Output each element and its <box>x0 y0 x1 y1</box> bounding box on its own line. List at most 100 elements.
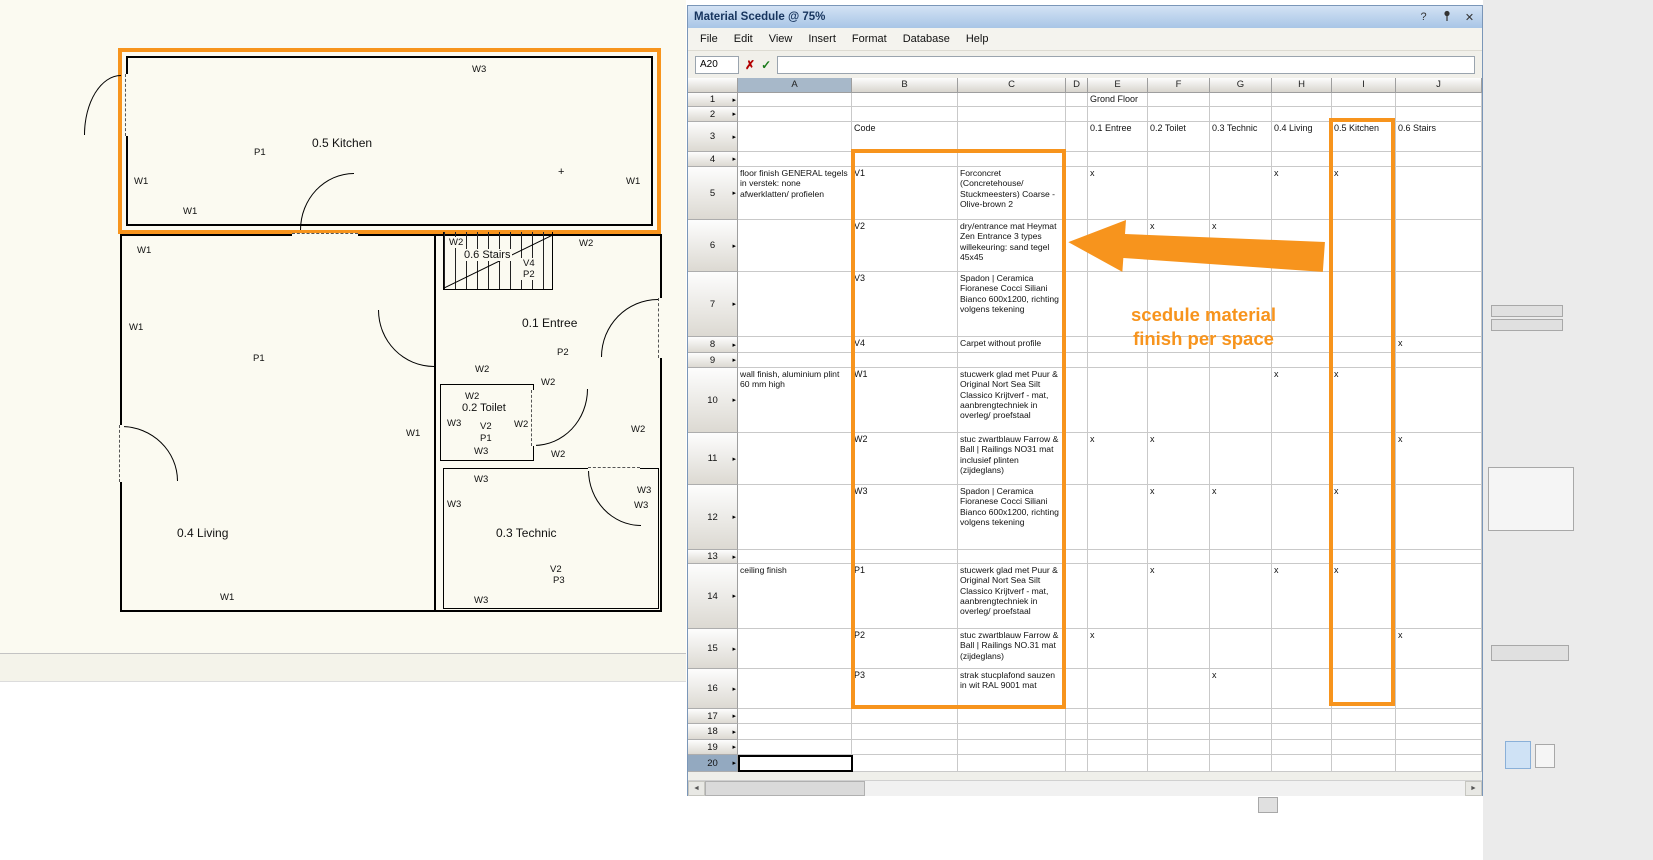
scrollbar-thumb[interactable] <box>705 781 865 796</box>
cell-G13[interactable] <box>1210 550 1272 564</box>
cell-I15[interactable] <box>1332 629 1396 669</box>
cell-H15[interactable] <box>1272 629 1332 669</box>
cell-E4[interactable] <box>1088 152 1148 167</box>
cell-A18[interactable] <box>738 724 852 740</box>
cell-F20[interactable] <box>1148 755 1210 772</box>
cell-J11[interactable]: x <box>1396 433 1482 485</box>
column-header-E[interactable]: E <box>1088 78 1148 93</box>
cell-A3[interactable] <box>738 122 852 152</box>
cell-G3[interactable]: 0.3 Technic <box>1210 122 1272 152</box>
cell-J8[interactable]: x <box>1396 337 1482 353</box>
cell-E14[interactable] <box>1088 564 1148 629</box>
cell-D19[interactable] <box>1066 740 1088 755</box>
cell-I19[interactable] <box>1332 740 1396 755</box>
cell-A4[interactable] <box>738 152 852 167</box>
cell-D14[interactable] <box>1066 564 1088 629</box>
column-header-B[interactable]: B <box>852 78 958 93</box>
cell-F16[interactable] <box>1148 669 1210 709</box>
cell-I7[interactable] <box>1332 272 1396 337</box>
window-titlebar[interactable]: Material Scedule @ 75% ? ✕ <box>688 6 1482 28</box>
cell-F6[interactable]: x <box>1148 220 1210 272</box>
cell-G2[interactable] <box>1210 107 1272 122</box>
cell-H7[interactable] <box>1272 272 1332 337</box>
cell-G15[interactable] <box>1210 629 1272 669</box>
cell-J20[interactable] <box>1396 755 1482 772</box>
cell-F7[interactable] <box>1148 272 1210 337</box>
close-icon[interactable]: ✕ <box>1463 11 1476 24</box>
cell-B4[interactable] <box>852 152 958 167</box>
cell-J14[interactable] <box>1396 564 1482 629</box>
scrollbar-track[interactable] <box>865 781 1465 796</box>
menu-insert[interactable]: Insert <box>800 30 844 48</box>
row-header-10[interactable]: 10▸ <box>688 368 738 433</box>
cell-D5[interactable] <box>1066 167 1088 220</box>
cell-I8[interactable] <box>1332 337 1396 353</box>
cell-F15[interactable] <box>1148 629 1210 669</box>
cell-B11[interactable]: W2 <box>852 433 958 485</box>
cell-B10[interactable]: W1 <box>852 368 958 433</box>
row-header-17[interactable]: 17▸ <box>688 709 738 724</box>
cell-C13[interactable] <box>958 550 1066 564</box>
cell-I17[interactable] <box>1332 709 1396 724</box>
row-header-18[interactable]: 18▸ <box>688 724 738 740</box>
row-header-2[interactable]: 2▸ <box>688 107 738 122</box>
cell-J18[interactable] <box>1396 724 1482 740</box>
row-header-16[interactable]: 16▸ <box>688 669 738 709</box>
cell-J4[interactable] <box>1396 152 1482 167</box>
cell-I5[interactable]: x <box>1332 167 1396 220</box>
cell-A2[interactable] <box>738 107 852 122</box>
cell-J2[interactable] <box>1396 107 1482 122</box>
row-header-9[interactable]: 9▸ <box>688 353 738 368</box>
cell-F3[interactable]: 0.2 Toilet <box>1148 122 1210 152</box>
cell-D15[interactable] <box>1066 629 1088 669</box>
cell-D18[interactable] <box>1066 724 1088 740</box>
cell-H9[interactable] <box>1272 353 1332 368</box>
row-header-12[interactable]: 12▸ <box>688 485 738 550</box>
menu-edit[interactable]: Edit <box>726 30 761 48</box>
cell-F4[interactable] <box>1148 152 1210 167</box>
cell-C7[interactable]: Spadon | Ceramica Fioranese Cocci Silian… <box>958 272 1066 337</box>
cell-A7[interactable] <box>738 272 852 337</box>
cell-F2[interactable] <box>1148 107 1210 122</box>
cell-J3[interactable]: 0.6 Stairs <box>1396 122 1482 152</box>
cell-C3[interactable] <box>958 122 1066 152</box>
cell-A11[interactable] <box>738 433 852 485</box>
cell-C9[interactable] <box>958 353 1066 368</box>
row-header-14[interactable]: 14▸ <box>688 564 738 629</box>
cell-C2[interactable] <box>958 107 1066 122</box>
cell-G14[interactable] <box>1210 564 1272 629</box>
select-all-corner[interactable] <box>688 78 738 93</box>
cell-A14[interactable]: ceiling finish <box>738 564 852 629</box>
cell-G18[interactable] <box>1210 724 1272 740</box>
cell-B7[interactable]: V3 <box>852 272 958 337</box>
cell-I16[interactable] <box>1332 669 1396 709</box>
cell-C15[interactable]: stuc zwartblauw Farrow & Ball | Railings… <box>958 629 1066 669</box>
cell-G17[interactable] <box>1210 709 1272 724</box>
cell-H3[interactable]: 0.4 Living <box>1272 122 1332 152</box>
cell-A8[interactable] <box>738 337 852 353</box>
cell-B5[interactable]: V1 <box>852 167 958 220</box>
menu-file[interactable]: File <box>692 30 726 48</box>
cell-H18[interactable] <box>1272 724 1332 740</box>
cell-C20[interactable] <box>958 755 1066 772</box>
row-header-1[interactable]: 1▸ <box>688 93 738 107</box>
column-header-I[interactable]: I <box>1332 78 1396 93</box>
cell-I18[interactable] <box>1332 724 1396 740</box>
cell-B15[interactable]: P2 <box>852 629 958 669</box>
cell-B6[interactable]: V2 <box>852 220 958 272</box>
cell-J5[interactable] <box>1396 167 1482 220</box>
cell-B2[interactable] <box>852 107 958 122</box>
cell-F12[interactable]: x <box>1148 485 1210 550</box>
cell-F17[interactable] <box>1148 709 1210 724</box>
cell-H10[interactable]: x <box>1272 368 1332 433</box>
cell-F9[interactable] <box>1148 353 1210 368</box>
cell-C19[interactable] <box>958 740 1066 755</box>
cell-I1[interactable] <box>1332 93 1396 107</box>
cell-H2[interactable] <box>1272 107 1332 122</box>
cell-C1[interactable] <box>958 93 1066 107</box>
cell-H11[interactable] <box>1272 433 1332 485</box>
cell-C12[interactable]: Spadon | Ceramica Fioranese Cocci Silian… <box>958 485 1066 550</box>
cell-E6[interactable] <box>1088 220 1148 272</box>
cell-E5[interactable]: x <box>1088 167 1148 220</box>
cell-H12[interactable] <box>1272 485 1332 550</box>
